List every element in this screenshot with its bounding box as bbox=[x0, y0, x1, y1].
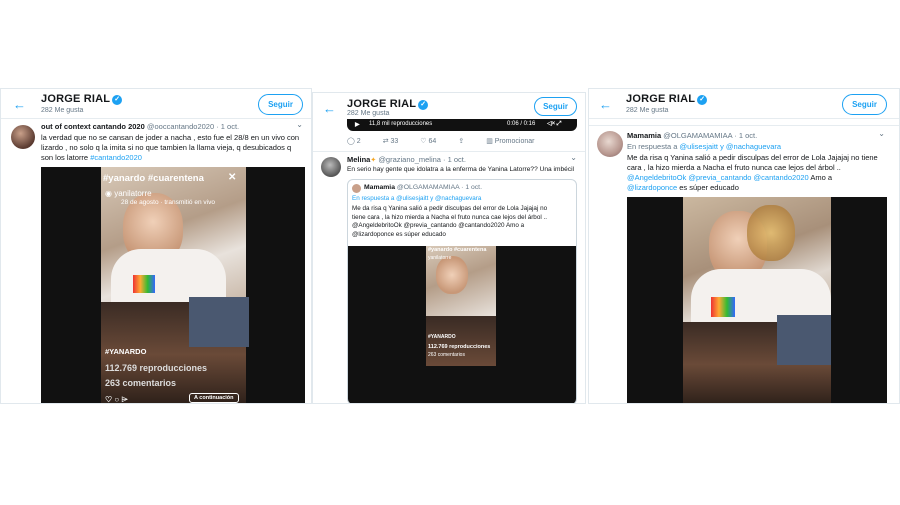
tweet-panel-right: ← JORGE RIAL ✓ 282 Me gusta Seguir Mamami… bbox=[588, 88, 900, 404]
likes-count: 282 Me gusta bbox=[41, 107, 84, 114]
quote-line-2: tiene cara , la hizo mierda a Nacha el f… bbox=[352, 213, 547, 221]
follow-button[interactable]: Seguir bbox=[534, 97, 577, 116]
avatar[interactable] bbox=[321, 157, 341, 177]
quote-line-4: @lizardoponce es súper educado bbox=[352, 230, 446, 238]
author-name[interactable]: out of context cantando 2020 bbox=[41, 122, 145, 131]
next-button[interactable]: A continuación bbox=[189, 393, 239, 403]
retweet-button[interactable]: ⇄ 33 bbox=[383, 137, 399, 145]
quote-author: Mamamia @OLGAMAMAMIAA · 1 oct. bbox=[364, 184, 482, 191]
profile-header: ← JORGE RIAL ✓ 282 Me gusta Seguir bbox=[589, 89, 899, 119]
heart-icon[interactable]: ♡ ○ ⌲ bbox=[105, 395, 128, 403]
play-icon[interactable]: ▶ bbox=[355, 121, 360, 128]
tweet-text-line-1: la verdad que no se cansan de joder a na… bbox=[41, 133, 300, 142]
tweet-author: Mamamia @OLGAMAMAMIAA · 1 oct. bbox=[627, 131, 757, 141]
hair-shape bbox=[747, 205, 795, 261]
tweet-panel-left: ← JORGE RIAL ✓ 282 Me gusta Seguir out of… bbox=[0, 88, 312, 404]
video-time: 0:06 / 0:16 bbox=[507, 121, 536, 127]
tweet-text: En serio hay gente que idolatra a la enf… bbox=[347, 166, 575, 173]
likes-count: 282 Me gusta bbox=[626, 107, 669, 114]
live-user: ◉ yanilatorre bbox=[105, 189, 152, 198]
mention-links[interactable]: @AngeldebritoOk @previa_cantando @cantan… bbox=[627, 173, 809, 182]
verified-icon: ✓ bbox=[112, 95, 123, 105]
tweet-panel-middle: ← JORGE RIAL ✓ 282 Me gusta Seguir ▶ 11,8… bbox=[312, 92, 586, 404]
volume-icon[interactable]: ◁× ⤢ bbox=[547, 120, 562, 128]
quote-video-comments: 263 comentarios bbox=[428, 352, 465, 358]
avatar[interactable] bbox=[597, 131, 623, 157]
rainbow-print bbox=[711, 297, 735, 317]
verified-icon: ✓ bbox=[418, 100, 429, 110]
likes-count: 282 Me gusta bbox=[347, 110, 390, 117]
quote-video-tag: #YANARDO bbox=[428, 334, 456, 340]
rainbow-print bbox=[133, 275, 155, 293]
reply-to: En respuesta a @ulisesjaitt y @nachaguev… bbox=[627, 142, 782, 151]
account-name: JORGE RIAL ✓ bbox=[626, 93, 708, 105]
author-handle: @OLGAMAMAMIAA · 1 oct. bbox=[663, 131, 758, 140]
follow-button[interactable]: Seguir bbox=[258, 94, 303, 115]
back-arrow-icon[interactable]: ← bbox=[323, 101, 336, 116]
video-tag: #YANARDO bbox=[105, 347, 147, 356]
video-views-top: 11,8 mil reproducciones bbox=[369, 121, 433, 127]
verified-icon: ✓ bbox=[697, 95, 708, 105]
jacket-shape bbox=[777, 315, 831, 365]
account-name: JORGE RIAL ✓ bbox=[347, 98, 429, 110]
profile-header: ← JORGE RIAL ✓ 282 Me gusta Seguir bbox=[1, 89, 311, 119]
quote-line-1: Me da risa q Yanina salió a pedir discul… bbox=[352, 205, 548, 212]
quote-reply-to[interactable]: En respuesta a @ulisesjaitt y @nachaguev… bbox=[352, 194, 481, 204]
video-hashtags: #yanardo #cuarentena bbox=[103, 173, 204, 184]
chevron-down-icon[interactable]: ⌄ bbox=[296, 120, 303, 129]
video-comments: 263 comentarios bbox=[105, 378, 177, 388]
back-arrow-icon[interactable]: ← bbox=[13, 97, 26, 112]
tweet-text-line-1: Me da risa q Yanina salió a pedir discul… bbox=[627, 153, 878, 162]
tweet-text-line-4: @lizardoponce es súper educado bbox=[627, 183, 739, 192]
close-icon[interactable]: ✕ bbox=[228, 172, 236, 183]
quoted-tweet[interactable]: Mamamia @OLGAMAMAMIAA · 1 oct. En respue… bbox=[347, 179, 577, 403]
jacket-shape bbox=[189, 297, 249, 347]
video-player-top[interactable]: ▶ 11,8 mil reproducciones 0:06 / 0:16 ◁×… bbox=[347, 119, 577, 131]
divider bbox=[589, 125, 899, 126]
tweet-actions: ◯ 2 ⇄ 33 ♡ 64 ⇪ ▥ Promocionar bbox=[347, 137, 534, 145]
quote-video[interactable]: #yanardo #cuarentena yanilatorre #YANARD… bbox=[348, 246, 576, 403]
quote-video-tags: #yanardo #cuarentena bbox=[428, 247, 487, 253]
chevron-down-icon[interactable]: ⌄ bbox=[878, 129, 885, 138]
like-button[interactable]: ♡ 64 bbox=[420, 137, 436, 145]
video-player[interactable]: #yanardo #cuarentena ✕ ◉ yanilatorre 28 … bbox=[41, 167, 305, 403]
face-shape bbox=[436, 256, 468, 294]
quote-video-user: yanilatorre bbox=[428, 255, 452, 261]
quote-video-views: 112.769 reproducciones bbox=[428, 344, 491, 350]
tweet-text-line-3: son los latorre #cantando2020 bbox=[41, 153, 142, 162]
reply-to-users[interactable]: @ulisesjaitt y @nachaguevara bbox=[680, 142, 782, 151]
chevron-down-icon[interactable]: ⌄ bbox=[570, 153, 577, 162]
divider bbox=[313, 151, 585, 152]
tweet-text-line-3: @AngeldebritoOk @previa_cantando @cantan… bbox=[627, 173, 833, 182]
live-date: 28 de agosto · transmitió en vivo bbox=[121, 199, 215, 206]
author-handle: @graziano_melina · 1 oct. bbox=[378, 155, 466, 164]
tweet-text-line-2: lizardo , no solo q la imita si no que t… bbox=[41, 143, 292, 152]
avatar[interactable] bbox=[11, 125, 35, 149]
tweet-author: out of context cantando 2020 @ooccantand… bbox=[41, 122, 239, 132]
share-button[interactable]: ⇪ bbox=[458, 137, 464, 145]
account-name: JORGE RIAL ✓ bbox=[41, 93, 123, 105]
mention-link[interactable]: @lizardoponce bbox=[627, 183, 677, 192]
video-views: 112.769 reproducciones bbox=[105, 363, 208, 373]
author-name[interactable]: Melina bbox=[347, 155, 370, 164]
profile-header: ← JORGE RIAL ✓ 282 Me gusta Seguir bbox=[313, 93, 585, 119]
promote-button[interactable]: ▥ Promocionar bbox=[486, 137, 534, 145]
back-arrow-icon[interactable]: ← bbox=[599, 97, 612, 112]
tweet-text-line-2: cara , la hizo mierda a Nacha el fruto n… bbox=[627, 163, 841, 172]
quote-avatar bbox=[352, 184, 361, 193]
author-handle: @ooccantando2020 · 1 oct. bbox=[146, 122, 240, 131]
quote-line-3: @AngeldebritoOk @previa_cantando @cantan… bbox=[352, 222, 525, 229]
author-name[interactable]: Mamamia bbox=[627, 131, 661, 140]
reply-button[interactable]: ◯ 2 bbox=[347, 137, 361, 145]
follow-button[interactable]: Seguir bbox=[842, 94, 887, 115]
quote-frame-bottom bbox=[426, 316, 496, 366]
shirt-shape bbox=[111, 249, 226, 302]
hashtag-link[interactable]: #cantando2020 bbox=[90, 153, 142, 162]
video-player[interactable] bbox=[627, 197, 887, 403]
